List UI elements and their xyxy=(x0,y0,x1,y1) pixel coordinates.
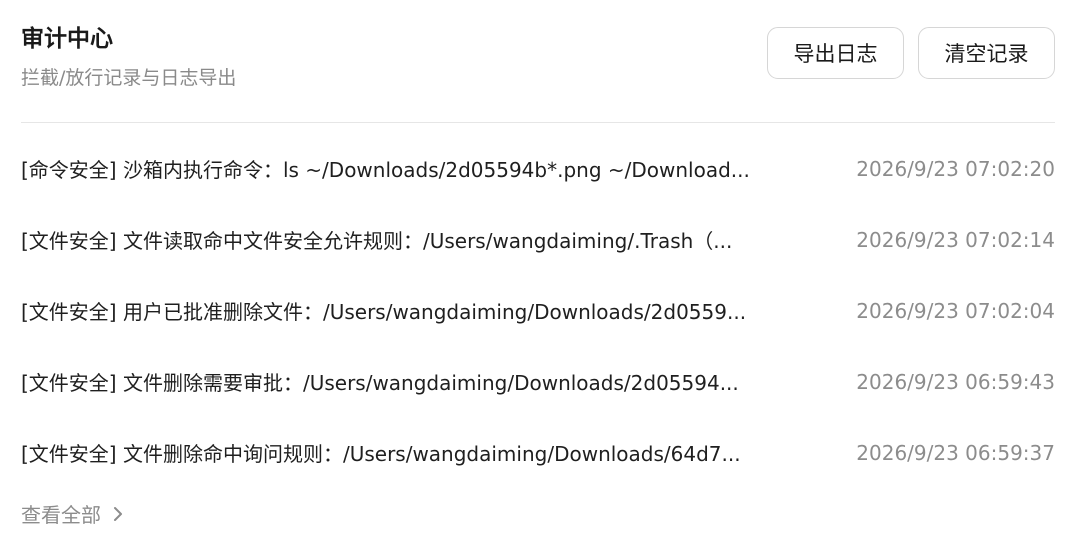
log-message: [文件安全] 文件读取命中文件安全允许规则：/Users/wangdaiming… xyxy=(21,229,733,253)
audit-header: 审计中心 拦截/放行记录与日志导出 导出日志 清空记录 xyxy=(21,0,1055,122)
audit-center-panel: 审计中心 拦截/放行记录与日志导出 导出日志 清空记录 [命令安全] 沙箱内执行… xyxy=(21,0,1055,546)
log-message: [文件安全] 文件删除命中询问规则：/Users/wangdaiming/Dow… xyxy=(21,442,741,466)
log-row[interactable]: [文件安全] 文件读取命中文件安全允许规则：/Users/wangdaiming… xyxy=(21,204,1055,275)
log-row[interactable]: [命令安全] 沙箱内执行命令：ls ~/Downloads/2d05594b*.… xyxy=(21,133,1055,204)
header-divider xyxy=(21,122,1055,123)
log-timestamp: 2026/9/23 06:59:43 xyxy=(856,369,1055,394)
log-timestamp: 2026/9/23 06:59:37 xyxy=(856,440,1055,465)
chevron-right-icon xyxy=(114,506,122,521)
log-row[interactable]: [文件安全] 文件删除命中询问规则：/Users/wangdaiming/Dow… xyxy=(21,417,1055,488)
page-subtitle: 拦截/放行记录与日志导出 xyxy=(21,67,237,89)
log-message: [文件安全] 文件删除需要审批：/Users/wangdaiming/Downl… xyxy=(21,371,739,395)
export-logs-button[interactable]: 导出日志 xyxy=(767,27,904,79)
clear-records-button[interactable]: 清空记录 xyxy=(918,27,1055,79)
log-timestamp: 2026/9/23 07:02:14 xyxy=(856,227,1055,252)
audit-log-list: [命令安全] 沙箱内执行命令：ls ~/Downloads/2d05594b*.… xyxy=(21,133,1055,488)
view-all-link[interactable]: 查看全部 xyxy=(21,499,123,528)
log-message: [文件安全] 用户已批准删除文件：/Users/wangdaiming/Down… xyxy=(21,300,747,324)
log-timestamp: 2026/9/23 07:02:20 xyxy=(856,156,1055,181)
view-all-label: 查看全部 xyxy=(21,503,101,527)
log-row[interactable]: [文件安全] 用户已批准删除文件：/Users/wangdaiming/Down… xyxy=(21,275,1055,346)
page-title: 审计中心 xyxy=(21,26,113,52)
log-row[interactable]: [文件安全] 文件删除需要审批：/Users/wangdaiming/Downl… xyxy=(21,346,1055,417)
log-timestamp: 2026/9/23 07:02:04 xyxy=(856,298,1055,323)
log-message: [命令安全] 沙箱内执行命令：ls ~/Downloads/2d05594b*.… xyxy=(21,158,750,182)
